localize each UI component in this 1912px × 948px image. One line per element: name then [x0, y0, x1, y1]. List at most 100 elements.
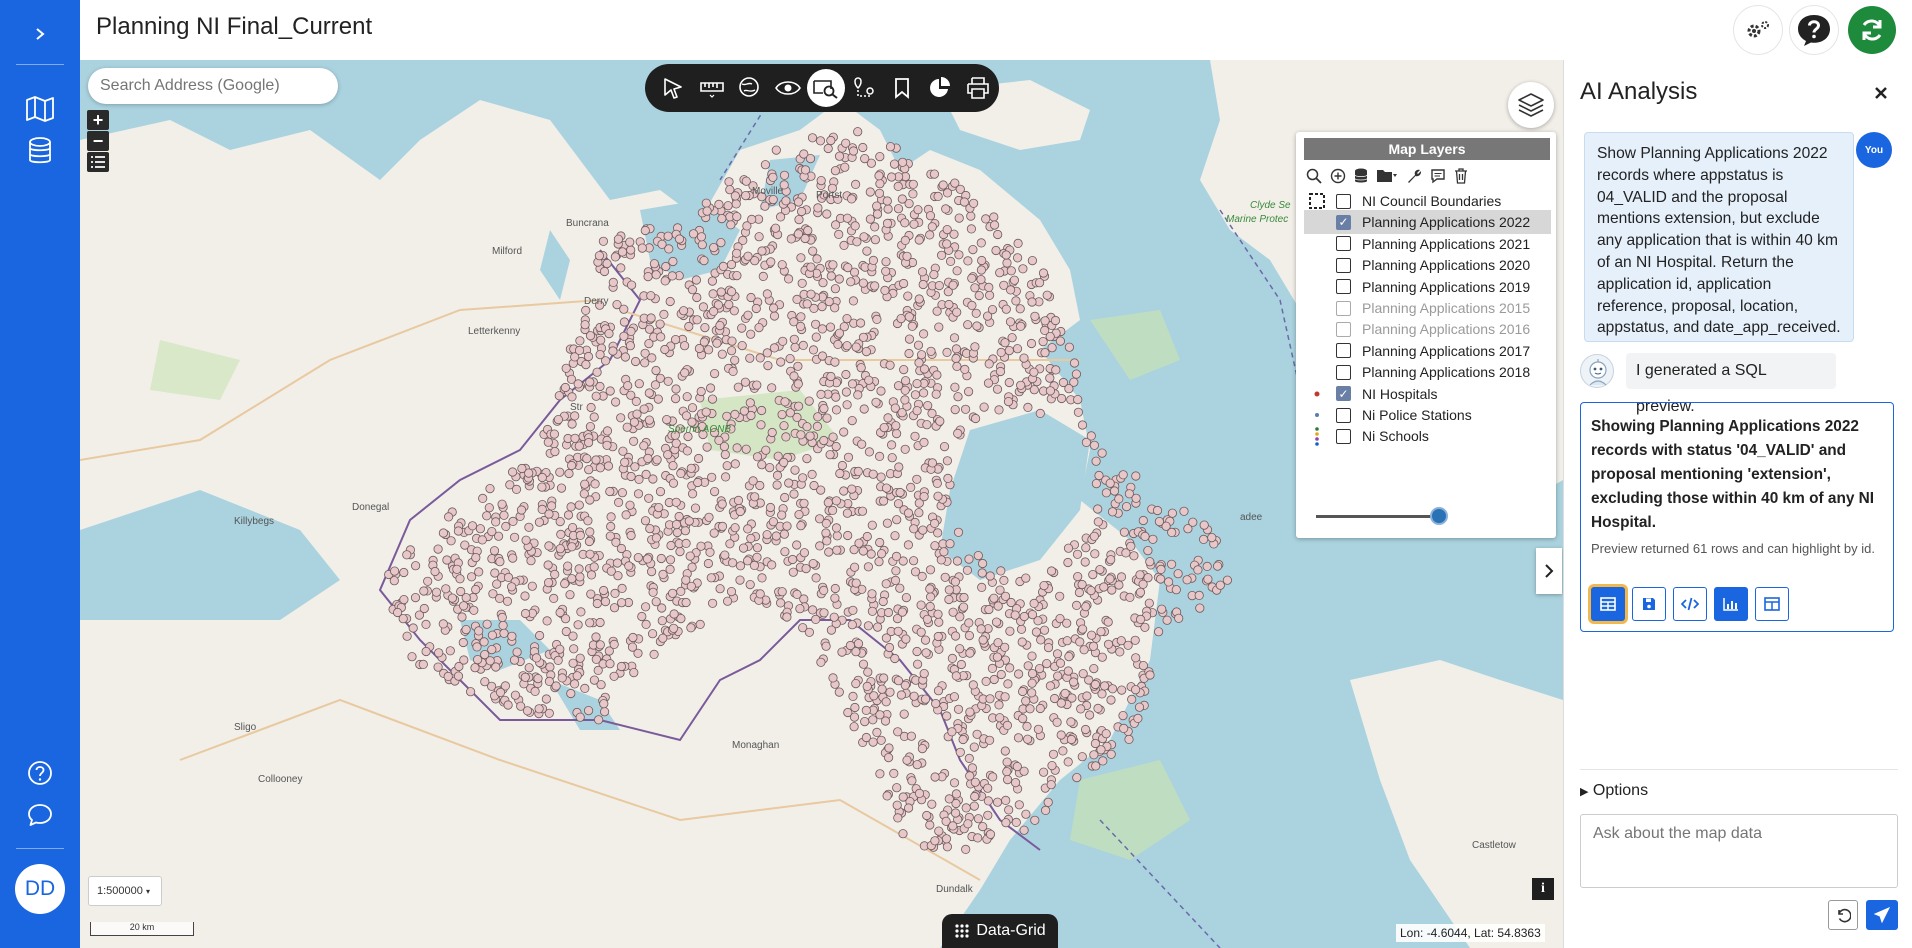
- planning-application-point[interactable]: [794, 215, 804, 225]
- planning-application-point[interactable]: [549, 429, 559, 439]
- planning-application-point[interactable]: [971, 308, 981, 318]
- planning-application-point[interactable]: [1029, 367, 1039, 377]
- planning-application-point[interactable]: [878, 496, 889, 506]
- planning-application-point[interactable]: [1076, 704, 1086, 714]
- planning-application-point[interactable]: [555, 544, 565, 554]
- planning-application-point[interactable]: [651, 365, 661, 376]
- planning-application-point[interactable]: [469, 605, 479, 615]
- planning-application-point[interactable]: [965, 771, 975, 781]
- planning-application-point[interactable]: [1079, 645, 1089, 655]
- planning-application-point[interactable]: [904, 334, 915, 344]
- planning-application-point[interactable]: [1101, 729, 1111, 739]
- planning-application-point[interactable]: [647, 629, 658, 639]
- planning-application-point[interactable]: [951, 671, 961, 681]
- planning-application-point[interactable]: [782, 521, 792, 531]
- planning-application-point[interactable]: [671, 497, 681, 507]
- planning-application-point[interactable]: [954, 213, 964, 223]
- planning-application-point[interactable]: [899, 364, 909, 375]
- planning-application-point[interactable]: [841, 369, 851, 380]
- planning-application-point[interactable]: [825, 450, 835, 460]
- planning-application-point[interactable]: [569, 679, 580, 689]
- planning-application-point[interactable]: [534, 630, 545, 641]
- planning-application-point[interactable]: [912, 646, 922, 657]
- planning-application-point[interactable]: [833, 339, 843, 349]
- planning-application-point[interactable]: [717, 349, 727, 359]
- planning-application-point[interactable]: [853, 466, 863, 476]
- planning-application-point[interactable]: [1118, 710, 1128, 721]
- planning-application-point[interactable]: [717, 499, 727, 509]
- planning-application-point[interactable]: [901, 592, 912, 603]
- planning-application-point[interactable]: [1109, 486, 1120, 496]
- planning-application-point[interactable]: [839, 486, 849, 496]
- planning-application-point[interactable]: [904, 348, 914, 359]
- planning-application-point[interactable]: [806, 262, 816, 272]
- planning-application-point[interactable]: [772, 480, 782, 490]
- planning-application-point[interactable]: [1136, 614, 1146, 625]
- planning-application-point[interactable]: [1014, 800, 1024, 810]
- planning-application-point[interactable]: [583, 705, 594, 716]
- planning-application-point[interactable]: [1043, 797, 1053, 807]
- layer-checkbox[interactable]: [1336, 321, 1351, 337]
- planning-application-point[interactable]: [942, 711, 952, 721]
- help-nav-button[interactable]: [0, 756, 80, 790]
- planning-application-point[interactable]: [680, 368, 690, 378]
- planning-application-point[interactable]: [926, 346, 936, 356]
- planning-application-point[interactable]: [678, 306, 689, 316]
- planning-application-point[interactable]: [478, 493, 488, 503]
- planning-application-point[interactable]: [879, 673, 889, 683]
- planning-application-point[interactable]: [594, 251, 605, 261]
- planning-application-point[interactable]: [466, 572, 477, 582]
- planning-application-point[interactable]: [1038, 268, 1049, 278]
- planning-application-point[interactable]: [875, 179, 885, 189]
- planning-application-point[interactable]: [442, 555, 452, 565]
- planning-application-point[interactable]: [591, 391, 601, 401]
- planning-application-point[interactable]: [756, 420, 766, 430]
- planning-application-point[interactable]: [952, 556, 963, 566]
- planning-application-point[interactable]: [868, 469, 878, 479]
- planning-application-point[interactable]: [510, 690, 520, 700]
- planning-application-point[interactable]: [740, 377, 751, 387]
- planning-application-point[interactable]: [563, 510, 574, 520]
- planning-application-point[interactable]: [704, 512, 714, 522]
- planning-application-point[interactable]: [846, 277, 856, 287]
- planning-application-point[interactable]: [1140, 531, 1150, 541]
- planning-application-point[interactable]: [708, 306, 719, 316]
- planning-application-point[interactable]: [1021, 696, 1031, 706]
- planning-application-point[interactable]: [983, 810, 993, 820]
- planning-application-point[interactable]: [508, 553, 518, 563]
- planning-application-point[interactable]: [1016, 380, 1026, 390]
- planning-application-point[interactable]: [853, 127, 863, 137]
- planning-application-point[interactable]: [585, 618, 595, 628]
- planning-application-point[interactable]: [731, 248, 742, 258]
- planning-application-point[interactable]: [1016, 321, 1026, 331]
- planning-application-point[interactable]: [520, 591, 530, 601]
- planning-application-point[interactable]: [942, 347, 952, 357]
- planning-application-point[interactable]: [996, 566, 1006, 576]
- planning-application-point[interactable]: [1203, 574, 1213, 584]
- planning-application-point[interactable]: [751, 303, 761, 314]
- planning-application-point[interactable]: [651, 270, 661, 280]
- planning-application-point[interactable]: [913, 340, 924, 350]
- planning-application-point[interactable]: [828, 432, 838, 442]
- planning-application-point[interactable]: [1105, 574, 1115, 584]
- planning-application-point[interactable]: [517, 463, 527, 474]
- planning-application-point[interactable]: [805, 431, 815, 441]
- planning-application-point[interactable]: [555, 607, 565, 618]
- planning-application-point[interactable]: [457, 612, 467, 622]
- planning-application-point[interactable]: [716, 238, 726, 248]
- view-sql-button[interactable]: [1673, 587, 1707, 621]
- planning-application-point[interactable]: [485, 656, 495, 666]
- planning-application-point[interactable]: [609, 639, 619, 650]
- planning-application-point[interactable]: [942, 239, 952, 249]
- planning-application-point[interactable]: [755, 589, 765, 599]
- planning-application-point[interactable]: [623, 381, 633, 391]
- planning-application-point[interactable]: [995, 366, 1006, 377]
- planning-application-point[interactable]: [950, 577, 961, 587]
- planning-application-point[interactable]: [858, 278, 868, 288]
- planning-application-point[interactable]: [953, 392, 963, 402]
- planning-application-point[interactable]: [703, 558, 714, 569]
- planning-application-point[interactable]: [903, 540, 914, 550]
- planning-application-point[interactable]: [978, 821, 988, 832]
- planning-application-point[interactable]: [1131, 471, 1141, 481]
- planning-application-point[interactable]: [918, 388, 929, 398]
